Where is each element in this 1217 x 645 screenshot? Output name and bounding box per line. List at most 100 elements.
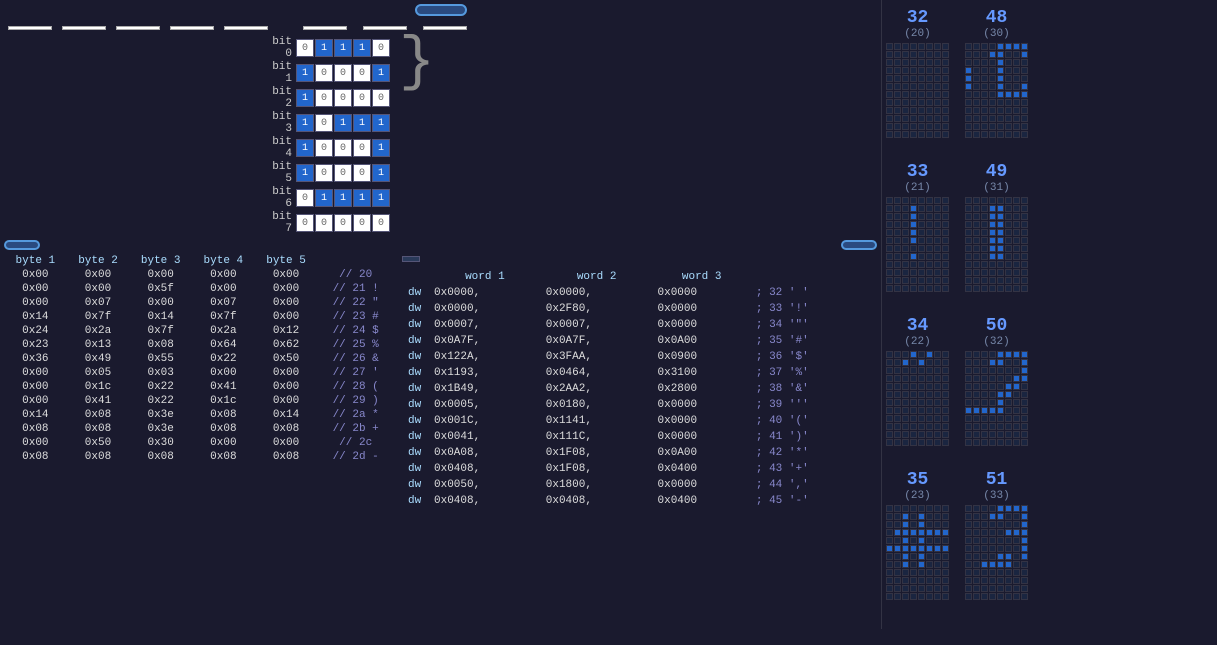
pixel [1013, 83, 1020, 90]
pixel [926, 115, 933, 122]
pixel [1013, 43, 1020, 50]
bit-row-label: bit 2 [264, 86, 296, 110]
data-cell: 0x03 [129, 366, 192, 380]
pixel [886, 213, 893, 220]
pixel [894, 431, 901, 438]
pixel [894, 99, 901, 106]
pixel [997, 585, 1004, 592]
bit-cell: 1 [334, 39, 352, 57]
bit-cell: 0 [353, 139, 371, 157]
pixel [1005, 593, 1012, 600]
bit-cell: 1 [372, 164, 390, 182]
table-row: 0x240x2a0x7f0x2a0x12// 24 $ [4, 324, 394, 338]
oth-word1: word 1 [430, 270, 540, 284]
data-cell: 0x55 [129, 352, 192, 366]
word1-value [303, 26, 347, 30]
pixel [942, 505, 949, 512]
preview-row: 34(22)50(32) [886, 316, 1197, 446]
comment-cell: // 24 $ [317, 324, 394, 338]
pixel [997, 439, 1004, 446]
pixel [942, 107, 949, 114]
oth-word3: word 3 [654, 270, 750, 284]
data-cell: 0x7f [192, 310, 255, 324]
pixel [1013, 285, 1020, 292]
pixel [973, 205, 980, 212]
pixel [902, 407, 909, 414]
pixel [989, 439, 996, 446]
pixel [1013, 561, 1020, 568]
data-cell: 0x14 [4, 408, 67, 422]
pixel [918, 585, 925, 592]
pixel [926, 529, 933, 536]
pixel [973, 237, 980, 244]
pixel [965, 553, 972, 560]
pixel [1021, 351, 1028, 358]
output-cell: 0x2AA2, [542, 382, 652, 396]
pixel [973, 123, 980, 130]
data-cell: 0x08 [129, 338, 192, 352]
data-cell: 0x00 [129, 296, 192, 310]
pixel-grid [965, 351, 1028, 446]
pixel [886, 569, 893, 576]
pixel [894, 537, 901, 544]
pixel [989, 213, 996, 220]
pixel [886, 407, 893, 414]
pixel [894, 561, 901, 568]
pixel [926, 561, 933, 568]
pixel [1021, 577, 1028, 584]
pixel [902, 131, 909, 138]
pixel [989, 367, 996, 374]
pixel [934, 585, 941, 592]
pixel [973, 521, 980, 528]
pixel [918, 261, 925, 268]
pixel [1021, 131, 1028, 138]
pixel [934, 431, 941, 438]
pixel [910, 585, 917, 592]
comment-cell: ; 33 '!' [752, 302, 875, 316]
pixel [918, 99, 925, 106]
pixel [997, 245, 1004, 252]
bit-cell: 1 [353, 114, 371, 132]
pixel [1005, 99, 1012, 106]
pixel [902, 213, 909, 220]
pixel [997, 99, 1004, 106]
preview-item: 48(30) [965, 8, 1028, 138]
pixel [942, 521, 949, 528]
pixel [902, 197, 909, 204]
pixel [902, 83, 909, 90]
output-cell: 0x0041, [430, 430, 540, 444]
table-row: dw0x0050,0x1800,0x0000; 44 ',' [404, 478, 875, 492]
pixel [886, 415, 893, 422]
pixel [1013, 423, 1020, 430]
pixel [965, 261, 972, 268]
pixel [894, 43, 901, 50]
pixel [973, 91, 980, 98]
pixel [886, 261, 893, 268]
comment-cell: ; 44 ',' [752, 478, 875, 492]
pixel [981, 375, 988, 382]
th-byte5: byte 5 [255, 254, 318, 268]
data-cell: 0x3e [129, 422, 192, 436]
output-cell: 0x0000, [430, 286, 540, 300]
pixel [1013, 75, 1020, 82]
asm-tab[interactable] [402, 256, 420, 262]
pixel [989, 261, 996, 268]
pixel [934, 99, 941, 106]
pixel [926, 407, 933, 414]
pixel [894, 399, 901, 406]
comment-cell: ; 45 '-' [752, 494, 875, 508]
pixel [973, 505, 980, 512]
pixel [918, 399, 925, 406]
pixel [981, 351, 988, 358]
th-byte3: byte 3 [129, 254, 192, 268]
pixel [942, 213, 949, 220]
bit-row: bit 310111 [264, 111, 391, 135]
pixel [910, 99, 917, 106]
bit-cell: 0 [372, 214, 390, 232]
pixel [918, 269, 925, 276]
pixel [910, 253, 917, 260]
pixel [965, 131, 972, 138]
comment-cell: // 22 " [317, 296, 394, 310]
pixel [981, 59, 988, 66]
input-table-header: byte 1 byte 2 byte 3 byte 4 byte 5 [4, 254, 394, 268]
